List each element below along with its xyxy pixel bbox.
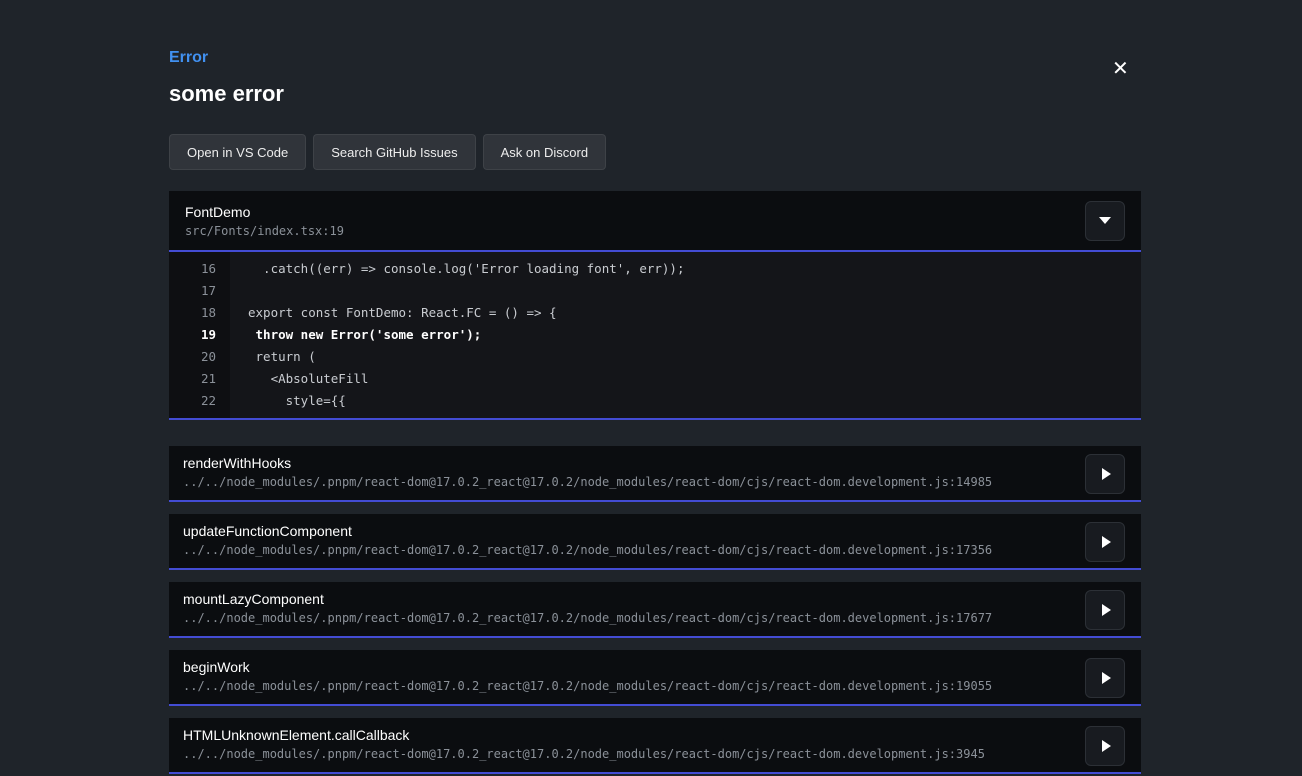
code-lines: .catch((err) => console.log('Error loadi… xyxy=(230,252,1141,418)
source-frame-header: FontDemo src/Fonts/index.tsx:19 xyxy=(169,191,1141,252)
code-line: export const FontDemo: React.FC = () => … xyxy=(248,302,1141,324)
error-overlay: ✕ Error some error Open in VS CodeSearch… xyxy=(0,0,1302,776)
action-buttons: Open in VS CodeSearch GitHub IssuesAsk o… xyxy=(169,134,1141,170)
stack-frame-row: renderWithHooks ../../node_modules/.pnpm/… xyxy=(169,446,1141,502)
code-line-number: 21 xyxy=(169,368,216,390)
stack-frame-name: mountLazyComponent xyxy=(183,591,1069,607)
code-line-number: 17 xyxy=(169,280,216,302)
code-line-number: 19 xyxy=(169,324,216,346)
code-preview: 16171819202122 .catch((err) => console.l… xyxy=(169,252,1141,418)
error-content: Error some error Open in VS CodeSearch G… xyxy=(169,0,1141,776)
play-icon xyxy=(1102,604,1111,616)
expand-frame-button[interactable] xyxy=(1085,454,1125,494)
stack-frame-name: beginWork xyxy=(183,659,1069,675)
source-frame-card: FontDemo src/Fonts/index.tsx:19 16171819… xyxy=(169,191,1141,420)
stack-frame-list: renderWithHooks ../../node_modules/.pnpm/… xyxy=(169,446,1141,776)
code-line: .catch((err) => console.log('Error loadi… xyxy=(248,258,1141,280)
ask-on-discord-button[interactable]: Ask on Discord xyxy=(483,134,606,170)
code-line-numbers: 16171819202122 xyxy=(169,252,230,418)
close-icon[interactable]: ✕ xyxy=(1112,58,1129,78)
code-line-number: 22 xyxy=(169,390,216,412)
stack-frame-name: renderWithHooks xyxy=(183,455,1069,471)
open-in-vs-code-button[interactable]: Open in VS Code xyxy=(169,134,306,170)
expand-frame-button[interactable] xyxy=(1085,522,1125,562)
collapse-code-button[interactable] xyxy=(1085,201,1125,241)
code-line-number: 16 xyxy=(169,258,216,280)
expand-frame-button[interactable] xyxy=(1085,726,1125,766)
stack-frame-row: beginWork ../../node_modules/.pnpm/react-… xyxy=(169,650,1141,706)
play-icon xyxy=(1102,740,1111,752)
stack-frame-location: ../../node_modules/.pnpm/react-dom@17.0.… xyxy=(183,747,1069,761)
code-line-number: 18 xyxy=(169,302,216,324)
stack-frame-location: ../../node_modules/.pnpm/react-dom@17.0.… xyxy=(183,611,1069,625)
code-line-number: 20 xyxy=(169,346,216,368)
stack-frame-row: updateFunctionComponent ../../node_module… xyxy=(169,514,1141,570)
code-line-highlighted: throw new Error('some error'); xyxy=(248,324,1141,346)
stack-frame-row: mountLazyComponent ../../node_modules/.pn… xyxy=(169,582,1141,638)
search-github-issues-button[interactable]: Search GitHub Issues xyxy=(313,134,475,170)
source-frame-titles: FontDemo src/Fonts/index.tsx:19 xyxy=(185,204,344,238)
error-message: some error xyxy=(169,81,1141,107)
play-icon xyxy=(1102,536,1111,548)
error-type-label: Error xyxy=(169,49,1141,67)
code-line: return ( xyxy=(248,346,1141,368)
expand-frame-button[interactable] xyxy=(1085,658,1125,698)
play-icon xyxy=(1102,468,1111,480)
stack-frame-location: ../../node_modules/.pnpm/react-dom@17.0.… xyxy=(183,475,1069,489)
code-line xyxy=(248,280,1141,302)
stack-frame-location: ../../node_modules/.pnpm/react-dom@17.0.… xyxy=(183,679,1069,693)
expand-frame-button[interactable] xyxy=(1085,590,1125,630)
stack-frame-name: updateFunctionComponent xyxy=(183,523,1069,539)
frame-name: FontDemo xyxy=(185,204,344,220)
frame-location: src/Fonts/index.tsx:19 xyxy=(185,224,344,238)
stack-frame-row: HTMLUnknownElement.callCallback ../../nod… xyxy=(169,718,1141,774)
code-line: style={{ xyxy=(248,390,1141,412)
chevron-down-icon xyxy=(1099,217,1111,224)
code-line: <AbsoluteFill xyxy=(248,368,1141,390)
stack-frame-name: HTMLUnknownElement.callCallback xyxy=(183,727,1069,743)
play-icon xyxy=(1102,672,1111,684)
stack-frame-location: ../../node_modules/.pnpm/react-dom@17.0.… xyxy=(183,543,1069,557)
